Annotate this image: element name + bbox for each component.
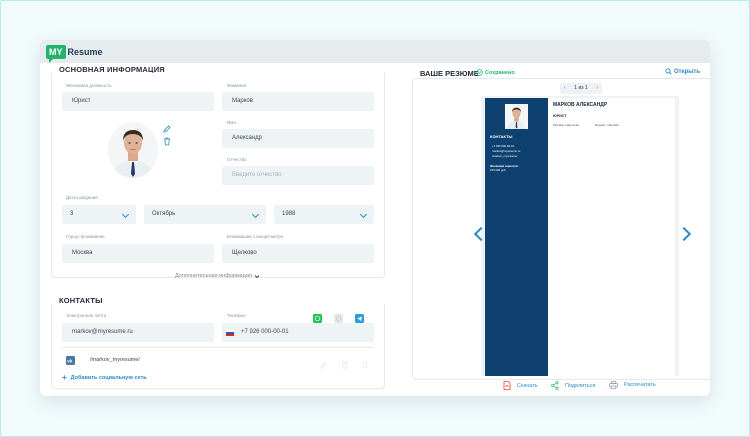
phone-input[interactable]: +7 926 000-00-01: [222, 323, 374, 342]
email-label: Электронная почта: [66, 313, 107, 318]
printer-icon: [609, 381, 618, 389]
birth-year-value: 1988: [282, 211, 296, 217]
social-input[interactable]: /markov_myresume/: [90, 357, 140, 363]
resume-sidebar: [485, 98, 548, 376]
city-input[interactable]: Москва: [62, 244, 214, 263]
print-button[interactable]: Распечатать: [609, 381, 656, 389]
prev-page-icon[interactable]: ‹: [564, 83, 566, 94]
doc-phone: +7 926 000-00-01: [492, 144, 515, 148]
telegram-icon: [355, 314, 364, 323]
chevron-down-icon: [359, 210, 368, 219]
download-label: Скачать: [517, 382, 538, 389]
print-label: Распечатать: [624, 382, 656, 388]
logo-word: Resume: [67, 46, 103, 57]
metro-label: Ближайшая станция метро: [227, 234, 284, 239]
edit-social-button[interactable]: [320, 356, 327, 374]
doc-position: ЮРИСТ: [553, 114, 567, 118]
position-label: Желаемая должность: [66, 83, 112, 88]
app-window: MY Resume ОСНОВНАЯ ИНФОРМАЦИЯ Желаемая д…: [40, 40, 710, 396]
search-icon: [665, 68, 672, 75]
download-button[interactable]: Скачать: [503, 381, 538, 390]
viber-icon: [334, 314, 343, 323]
resume-title: ВАШЕ РЕЗЮМЕ: [420, 69, 479, 78]
chevron-down-icon: [251, 210, 260, 219]
email-input[interactable]: markov@myresume.ru: [62, 323, 214, 342]
svg-text:vk: vk: [67, 358, 73, 363]
logo[interactable]: MY Resume: [46, 43, 103, 63]
doc-contacts-title: КОНТАКТЫ: [490, 134, 513, 139]
more-info-toggle[interactable]: Дополнительная информация: [175, 273, 260, 279]
trash-icon: [164, 137, 170, 146]
open-label: Открыть: [674, 68, 701, 75]
pdf-icon: [503, 381, 511, 390]
check-circle-icon: [476, 69, 483, 76]
plus-icon: +: [62, 373, 67, 382]
chevron-down-icon: [121, 210, 130, 219]
top-bar: MY Resume: [40, 40, 710, 63]
position-input[interactable]: Юрист: [62, 92, 214, 111]
name-input[interactable]: Александр: [222, 129, 374, 148]
birth-year-select[interactable]: 1988: [274, 205, 374, 224]
russia-flag-icon: [226, 329, 234, 336]
social-row: vk /markov_myresume/: [62, 351, 374, 369]
saved-status: Сохранено: [476, 69, 515, 76]
city-label: Город проживания: [66, 234, 105, 239]
resume-avatar: [505, 104, 528, 129]
resume-photo: [505, 104, 528, 129]
more-info-label: Дополнительная информация: [175, 273, 252, 279]
pencil-icon: [320, 362, 327, 369]
doc-salary-value: 100 000 руб.: [490, 168, 507, 172]
birth-day-select[interactable]: 3: [62, 205, 136, 224]
doc-city: Москва и Щёлково: [553, 123, 580, 127]
doc-name: МАРКОВ АЛЕКСАНДР: [553, 102, 608, 108]
avatar: [108, 122, 158, 178]
share-icon: [551, 381, 559, 390]
birth-date-label: Дата рождения: [66, 195, 98, 200]
share-label: Поделиться: [565, 382, 596, 389]
birth-month-select[interactable]: Октябрь: [144, 205, 266, 224]
contacts-divider: [62, 347, 374, 348]
metro-input[interactable]: Щелково: [222, 244, 374, 263]
add-social-label: Добавить социальную сеть: [70, 375, 147, 381]
profile-photo[interactable]: [108, 122, 158, 178]
drag-handle-icon: [362, 361, 368, 369]
surname-label: Фамилия: [227, 83, 247, 88]
pencil-icon: [163, 125, 171, 133]
vk-icon: vk: [66, 355, 75, 365]
phone-label: Телефон: [227, 313, 246, 318]
birth-month-value: Октябрь: [152, 211, 176, 217]
saved-label: Сохранено: [485, 69, 515, 76]
doc-schedule: Формат: Офлайн: [595, 123, 619, 127]
page-indicator: 1 из 1: [574, 85, 588, 91]
patronymic-input[interactable]: Введите отчество: [222, 166, 374, 185]
pagination: ‹ 1 из 1 ›: [560, 83, 602, 94]
share-button[interactable]: Поделиться: [551, 381, 595, 390]
drag-handle[interactable]: [362, 356, 368, 374]
whatsapp-icon: [313, 314, 322, 323]
open-button[interactable]: Открыть: [665, 68, 700, 75]
logo-badge: MY: [46, 44, 66, 63]
name-label: Имя: [227, 120, 236, 125]
surname-input[interactable]: Марков: [222, 92, 374, 111]
birth-day-value: 3: [70, 211, 74, 217]
doc-email: markov@myresume.ru: [492, 149, 521, 153]
delete-social-button[interactable]: [341, 356, 348, 374]
chevron-down-icon: [254, 274, 260, 278]
patronymic-label: Отчество: [227, 157, 247, 162]
delete-photo-button[interactable]: [163, 133, 171, 151]
add-social-button[interactable]: + Добавить социальную сеть: [62, 373, 147, 382]
next-page-icon[interactable]: ›: [596, 83, 598, 94]
trash-icon: [341, 361, 348, 369]
phone-value: +7 926 000-00-01: [241, 329, 289, 335]
doc-social: /markov_myresume/: [492, 154, 518, 158]
